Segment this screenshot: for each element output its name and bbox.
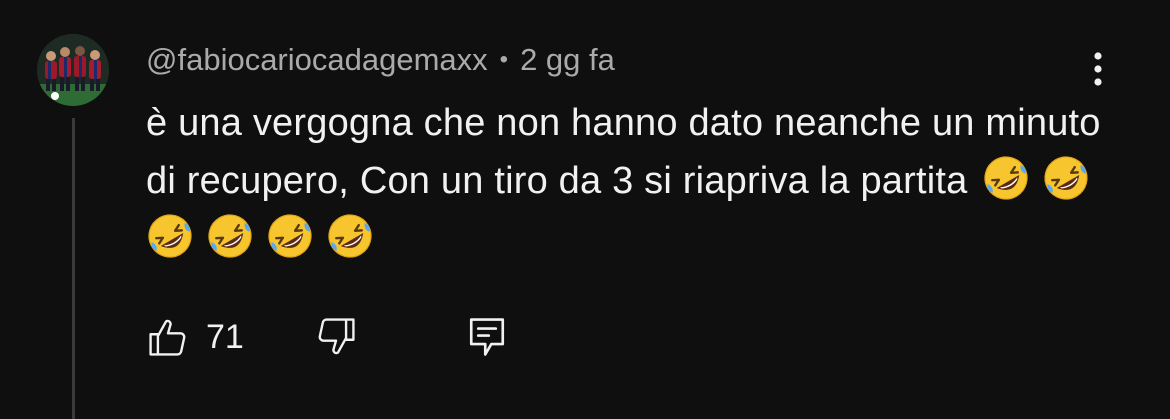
comment: @fabiocariocadagemaxx • 2 gg fa è una ve… <box>0 0 1170 419</box>
rolling-on-floor-laughing-icon <box>328 214 372 258</box>
rolling-on-floor-laughing-icon <box>268 214 312 258</box>
avatar-image <box>37 34 109 106</box>
rolling-on-floor-laughing-icon <box>1044 156 1088 200</box>
reply-icon <box>469 318 505 356</box>
thumbs-up-icon <box>149 319 186 356</box>
timestamp[interactable]: 2 gg fa <box>520 42 615 78</box>
rolling-on-floor-laughing-icon <box>984 156 1028 200</box>
like-button[interactable]: 71 <box>146 312 244 362</box>
rolling-on-floor-laughing-icon <box>148 214 192 258</box>
avatar[interactable] <box>37 34 109 106</box>
rolling-on-floor-laughing-icon <box>208 214 252 258</box>
more-options-button[interactable] <box>1082 50 1114 90</box>
thread-line <box>72 118 75 419</box>
comment-header: @fabiocariocadagemaxx • 2 gg fa <box>146 40 615 80</box>
author-name[interactable]: @fabiocariocadagemaxx <box>146 42 488 78</box>
more-vert-icon <box>1094 52 1102 86</box>
comment-body: è una vergogna che non hanno dato neanch… <box>146 102 1101 202</box>
comment-text: è una vergogna che non hanno dato neanch… <box>146 94 1106 268</box>
dislike-button[interactable] <box>314 312 358 362</box>
like-count: 71 <box>206 317 244 356</box>
reply-button[interactable] <box>466 312 508 362</box>
separator-dot: • <box>499 46 509 73</box>
thumbs-down-icon <box>318 318 355 355</box>
